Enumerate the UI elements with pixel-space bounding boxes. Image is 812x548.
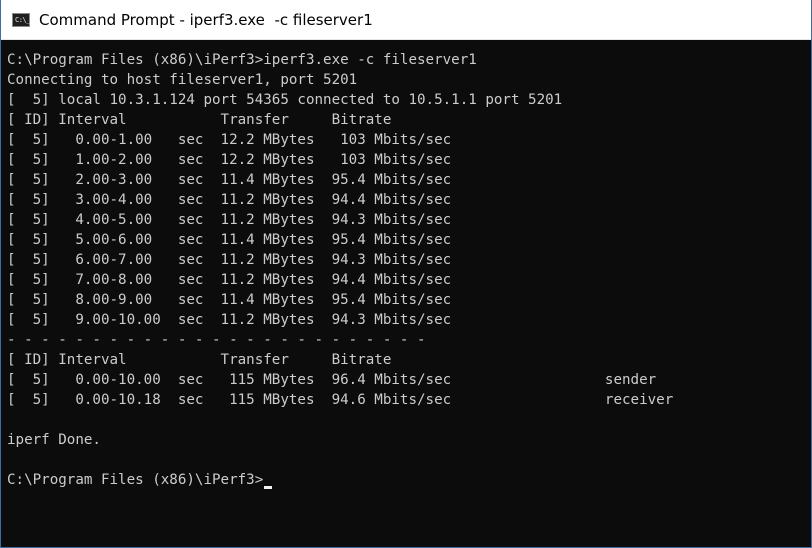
table-header: [ ID] Interval Transfer Bitrate	[7, 112, 392, 128]
connection-info-line: [ 5] local 10.3.1.124 port 54365 connect…	[7, 92, 563, 108]
interval-row: [ 5] 5.00-6.00 sec 11.4 MBytes 95.4 Mbit…	[7, 232, 452, 248]
command-line: C:\Program Files (x86)\iPerf3>iperf3.exe…	[7, 52, 477, 68]
summary-header: [ ID] Interval Transfer Bitrate	[7, 352, 392, 368]
interval-row: [ 5] 8.00-9.00 sec 11.4 MBytes 95.4 Mbit…	[7, 292, 452, 308]
interval-row: [ 5] 7.00-8.00 sec 11.2 MBytes 94.4 Mbit…	[7, 272, 452, 288]
separator-line: - - - - - - - - - - - - - - - - - - - - …	[7, 332, 426, 348]
receiver-summary-row: [ 5] 0.00-10.18 sec 115 MBytes 94.6 Mbit…	[7, 392, 674, 408]
connecting-line: Connecting to host fileserver1, port 520…	[7, 72, 358, 88]
interval-row: [ 5] 6.00-7.00 sec 11.2 MBytes 94.3 Mbit…	[7, 252, 452, 268]
interval-row: [ 5] 3.00-4.00 sec 11.2 MBytes 94.4 Mbit…	[7, 192, 452, 208]
cmd-icon-glyph: C:\_	[15, 16, 30, 24]
interval-row: [ 5] 9.00-10.00 sec 11.2 MBytes 94.3 Mbi…	[7, 312, 452, 328]
prompt-text: C:\Program Files (x86)\iPerf3>	[7, 472, 264, 488]
sender-summary-row: [ 5] 0.00-10.00 sec 115 MBytes 96.4 Mbit…	[7, 372, 657, 388]
interval-row: [ 5] 0.00-1.00 sec 12.2 MBytes 103 Mbits…	[7, 132, 452, 148]
title-bar[interactable]: C:\_ Command Prompt - iperf3.exe -c file…	[1, 0, 811, 40]
interval-row: [ 5] 4.00-5.00 sec 11.2 MBytes 94.3 Mbit…	[7, 212, 452, 228]
text-cursor	[264, 486, 273, 489]
interval-row: [ 5] 1.00-2.00 sec 12.2 MBytes 103 Mbits…	[7, 152, 452, 168]
interval-row: [ 5] 2.00-3.00 sec 11.4 MBytes 95.4 Mbit…	[7, 172, 452, 188]
window-title: Command Prompt - iperf3.exe -c fileserve…	[39, 11, 373, 29]
console-output[interactable]: C:\Program Files (x86)\iPerf3>iperf3.exe…	[7, 50, 811, 547]
cmd-icon[interactable]: C:\_	[12, 13, 30, 27]
done-line: iperf Done.	[7, 432, 101, 448]
command-prompt-window[interactable]: C:\_ Command Prompt - iperf3.exe -c file…	[0, 0, 812, 548]
prompt-line[interactable]: C:\Program Files (x86)\iPerf3>	[7, 470, 811, 490]
